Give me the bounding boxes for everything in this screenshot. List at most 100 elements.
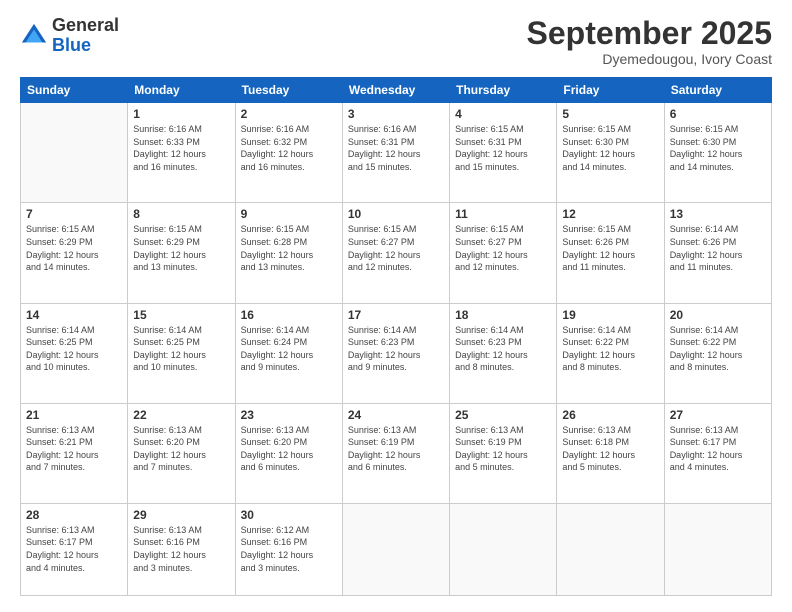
table-row: 16 Sunrise: 6:14 AM Sunset: 6:24 PM Dayli… [235,303,342,403]
table-row: 10Sunrise: 6:15 AM Sunset: 6:27 PM Dayli… [342,203,449,303]
day-info: Sunrise: 6:15 AM Sunset: 6:27 PM Dayligh… [348,223,444,273]
location: Dyemedougou, Ivory Coast [527,51,772,67]
table-row: 17Sunrise: 6:14 AM Sunset: 6:23 PM Dayli… [342,303,449,403]
table-row [557,503,664,595]
day-info: Sunrise: 6:14 AM Sunset: 6:25 PM Dayligh… [26,324,122,374]
day-info: Sunrise: 6:15 AM Sunset: 6:28 PM Dayligh… [241,223,337,273]
logo-general: General [52,16,119,36]
day-number: 15 [133,308,229,322]
day-info: Sunrise: 6:14 AM Sunset: 6:23 PM Dayligh… [455,324,551,374]
table-row: 4 Sunrise: 6:15 AM Sunset: 6:31 PM Daylig… [450,103,557,203]
table-row: 24 Sunrise: 6:13 AM Sunset: 6:19 PM Dayli… [342,403,449,503]
day-info: Sunrise: 6:16 AM Sunset: 6:32 PM Dayligh… [241,123,337,173]
table-row: 3 Sunrise: 6:16 AM Sunset: 6:31 PM Daylig… [342,103,449,203]
day-number: 27 [670,408,766,422]
table-row: 27 Sunrise: 6:13 AM Sunset: 6:17 PM Dayli… [664,403,771,503]
table-row: 28Sunrise: 6:13 AM Sunset: 6:17 PM Dayli… [21,503,128,595]
table-row: 26 Sunrise: 6:13 AM Sunset: 6:18 PM Dayli… [557,403,664,503]
day-info: Sunrise: 6:13 AM Sunset: 6:18 PM Dayligh… [562,424,658,474]
logo-icon [20,22,48,50]
table-row: 19Sunrise: 6:14 AM Sunset: 6:22 PM Dayli… [557,303,664,403]
day-number: 26 [562,408,658,422]
day-number: 20 [670,308,766,322]
day-info: Sunrise: 6:15 AM Sunset: 6:29 PM Dayligh… [26,223,122,273]
calendar-page: General Blue September 2025 Dyemedougou,… [0,0,792,612]
day-info: Sunrise: 6:16 AM Sunset: 6:33 PM Dayligh… [133,123,229,173]
day-info: Sunrise: 6:14 AM Sunset: 6:24 PM Dayligh… [241,324,337,374]
table-row [21,103,128,203]
table-row: 5 Sunrise: 6:15 AM Sunset: 6:30 PM Daylig… [557,103,664,203]
day-info: Sunrise: 6:15 AM Sunset: 6:26 PM Dayligh… [562,223,658,273]
day-info: Sunrise: 6:15 AM Sunset: 6:30 PM Dayligh… [670,123,766,173]
table-row: 18 Sunrise: 6:14 AM Sunset: 6:23 PM Dayli… [450,303,557,403]
table-row: 2 Sunrise: 6:16 AM Sunset: 6:32 PM Daylig… [235,103,342,203]
table-row: 14 Sunrise: 6:14 AM Sunset: 6:25 PM Dayli… [21,303,128,403]
table-row: 29Sunrise: 6:13 AM Sunset: 6:16 PM Dayli… [128,503,235,595]
table-row: 9Sunrise: 6:15 AM Sunset: 6:28 PM Daylig… [235,203,342,303]
day-info: Sunrise: 6:13 AM Sunset: 6:17 PM Dayligh… [670,424,766,474]
day-number: 4 [455,107,551,121]
table-row: 13Sunrise: 6:14 AM Sunset: 6:26 PM Dayli… [664,203,771,303]
day-number: 5 [562,107,658,121]
table-row: 1 Sunrise: 6:16 AM Sunset: 6:33 PM Daylig… [128,103,235,203]
table-row: 22 Sunrise: 6:13 AM Sunset: 6:20 PM Dayli… [128,403,235,503]
day-number: 13 [670,207,766,221]
table-row: 11 Sunrise: 6:15 AM Sunset: 6:27 PM Dayli… [450,203,557,303]
col-monday: Monday [128,78,235,103]
col-wednesday: Wednesday [342,78,449,103]
col-thursday: Thursday [450,78,557,103]
day-number: 16 [241,308,337,322]
day-info: Sunrise: 6:14 AM Sunset: 6:22 PM Dayligh… [562,324,658,374]
title-section: September 2025 Dyemedougou, Ivory Coast [527,16,772,67]
day-number: 8 [133,207,229,221]
day-info: Sunrise: 6:13 AM Sunset: 6:21 PM Dayligh… [26,424,122,474]
day-number: 3 [348,107,444,121]
day-info: Sunrise: 6:13 AM Sunset: 6:20 PM Dayligh… [133,424,229,474]
day-number: 30 [241,508,337,522]
day-number: 14 [26,308,122,322]
table-row: 21 Sunrise: 6:13 AM Sunset: 6:21 PM Dayli… [21,403,128,503]
day-number: 23 [241,408,337,422]
logo-blue: Blue [52,36,119,56]
table-row: 6 Sunrise: 6:15 AM Sunset: 6:30 PM Daylig… [664,103,771,203]
day-info: Sunrise: 6:16 AM Sunset: 6:31 PM Dayligh… [348,123,444,173]
day-info: Sunrise: 6:13 AM Sunset: 6:19 PM Dayligh… [348,424,444,474]
day-info: Sunrise: 6:15 AM Sunset: 6:27 PM Dayligh… [455,223,551,273]
day-info: Sunrise: 6:15 AM Sunset: 6:29 PM Dayligh… [133,223,229,273]
table-row: 25 Sunrise: 6:13 AM Sunset: 6:19 PM Dayli… [450,403,557,503]
table-row [342,503,449,595]
day-info: Sunrise: 6:13 AM Sunset: 6:19 PM Dayligh… [455,424,551,474]
day-info: Sunrise: 6:14 AM Sunset: 6:22 PM Dayligh… [670,324,766,374]
header: General Blue September 2025 Dyemedougou,… [20,16,772,67]
header-row: Sunday Monday Tuesday Wednesday Thursday… [21,78,772,103]
table-row: 15 Sunrise: 6:14 AM Sunset: 6:25 PM Dayli… [128,303,235,403]
col-saturday: Saturday [664,78,771,103]
day-number: 28 [26,508,122,522]
day-info: Sunrise: 6:13 AM Sunset: 6:16 PM Dayligh… [133,524,229,574]
day-number: 7 [26,207,122,221]
day-number: 24 [348,408,444,422]
day-number: 22 [133,408,229,422]
day-number: 1 [133,107,229,121]
table-row: 8 Sunrise: 6:15 AM Sunset: 6:29 PM Daylig… [128,203,235,303]
table-row: 20 Sunrise: 6:14 AM Sunset: 6:22 PM Dayli… [664,303,771,403]
day-number: 6 [670,107,766,121]
table-row: 30 Sunrise: 6:12 AM Sunset: 6:16 PM Dayli… [235,503,342,595]
day-number: 18 [455,308,551,322]
day-info: Sunrise: 6:15 AM Sunset: 6:30 PM Dayligh… [562,123,658,173]
day-number: 2 [241,107,337,121]
day-info: Sunrise: 6:13 AM Sunset: 6:20 PM Dayligh… [241,424,337,474]
col-friday: Friday [557,78,664,103]
day-number: 25 [455,408,551,422]
logo-text: General Blue [52,16,119,56]
day-info: Sunrise: 6:15 AM Sunset: 6:31 PM Dayligh… [455,123,551,173]
col-sunday: Sunday [21,78,128,103]
table-row [450,503,557,595]
day-info: Sunrise: 6:12 AM Sunset: 6:16 PM Dayligh… [241,524,337,574]
day-number: 21 [26,408,122,422]
table-row: 12Sunrise: 6:15 AM Sunset: 6:26 PM Dayli… [557,203,664,303]
day-number: 11 [455,207,551,221]
col-tuesday: Tuesday [235,78,342,103]
day-number: 17 [348,308,444,322]
day-info: Sunrise: 6:14 AM Sunset: 6:25 PM Dayligh… [133,324,229,374]
